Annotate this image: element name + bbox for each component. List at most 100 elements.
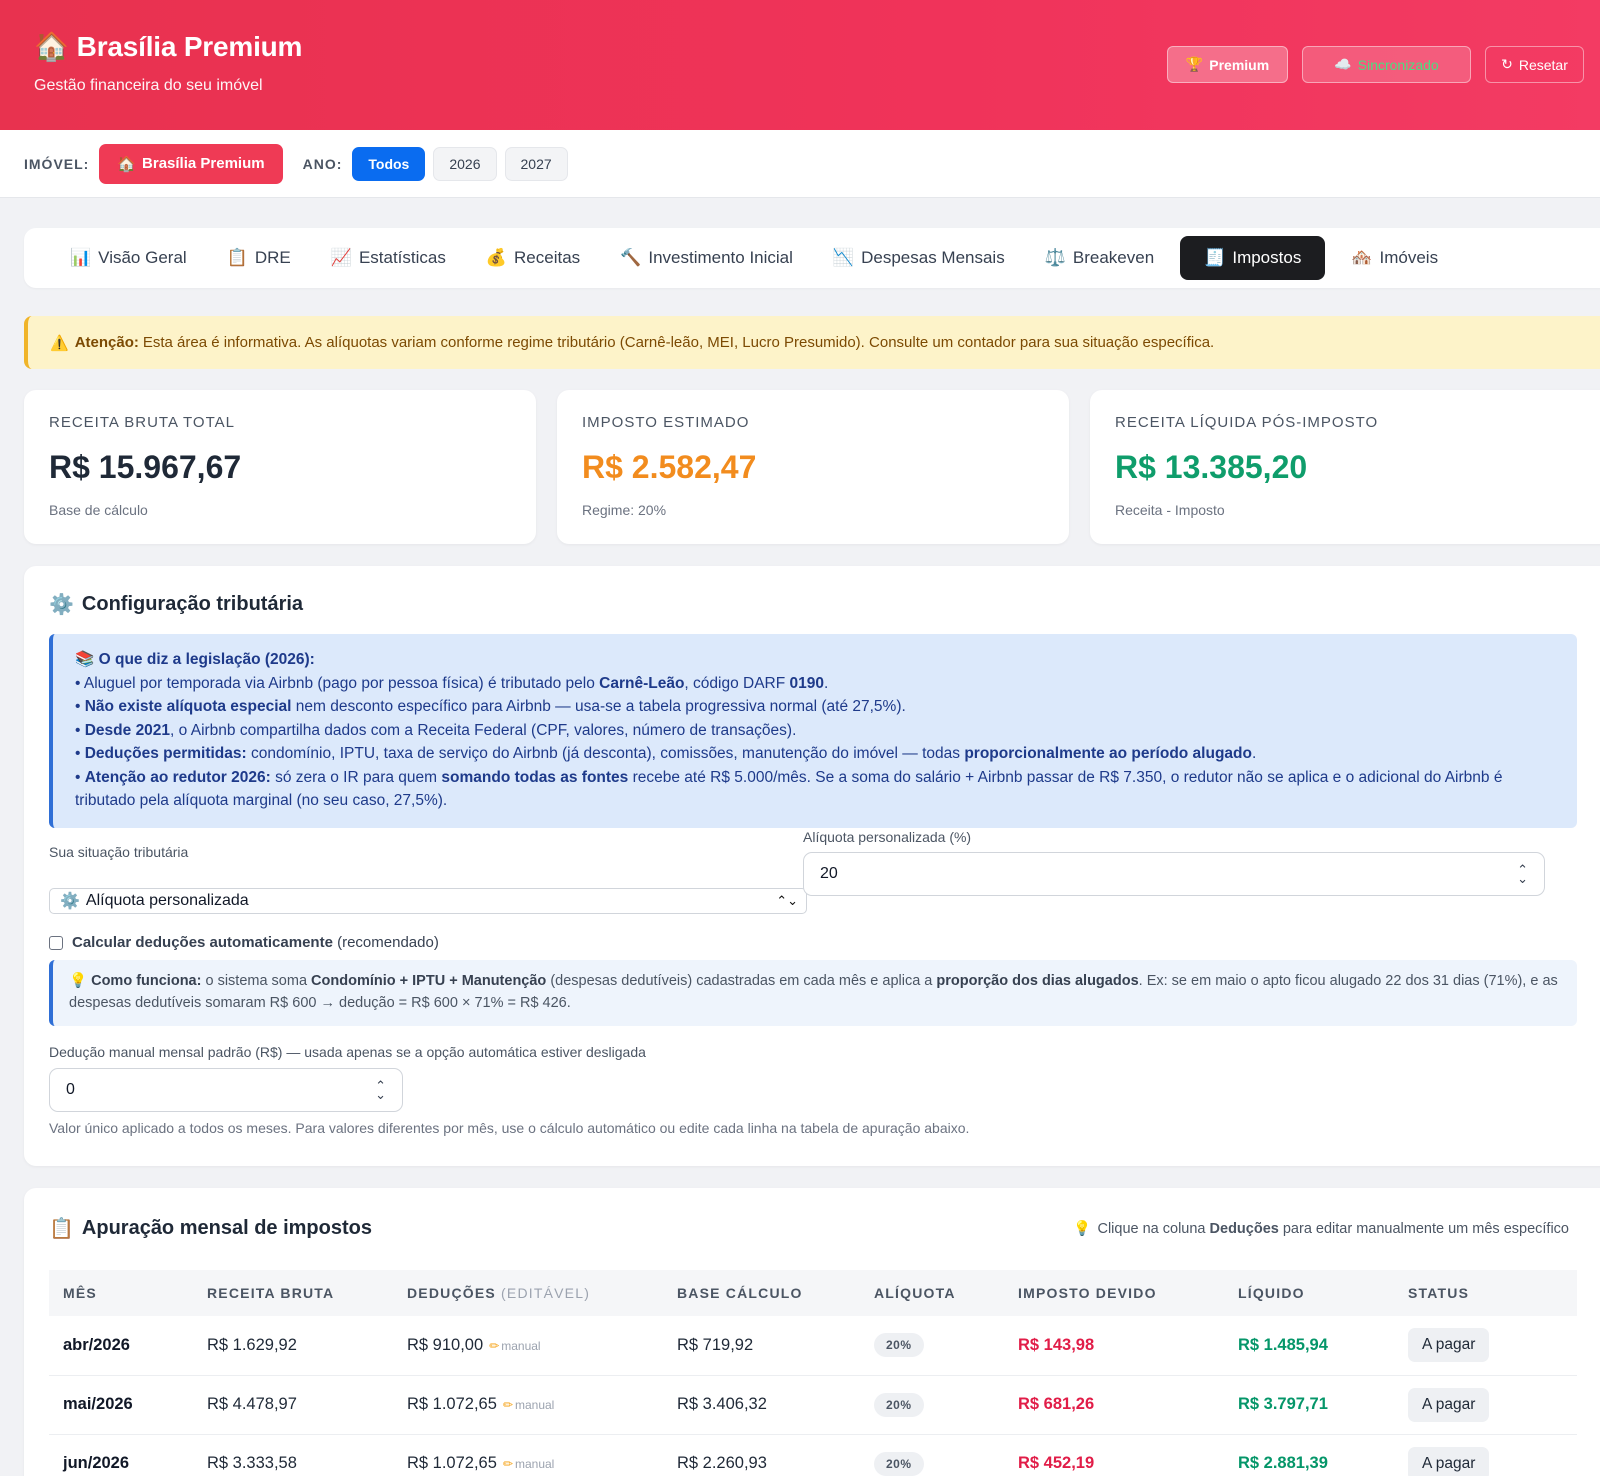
stat-label: RECEITA BRUTA TOTAL	[49, 414, 235, 431]
manual-deduction-input[interactable]: 0 ⌃ ⌄	[49, 1068, 403, 1112]
tab-label: Despesas Mensais	[861, 248, 1005, 267]
lightbulb-icon: 💡	[69, 973, 88, 989]
deduction-cell[interactable]: R$ 1.072,65 ✏ manual	[393, 1375, 663, 1434]
how-it-works-box: 💡 Como funciona: o sistema soma Condomín…	[49, 960, 1577, 1026]
section-title-text: Configuração tributária	[81, 593, 304, 615]
legislation-title-text: O que diz a legislação (2026):	[98, 651, 315, 668]
bar-chart-icon: 📊	[70, 248, 92, 267]
refresh-icon: ↻	[1501, 56, 1513, 72]
tab-dre[interactable]: 📋 DRE	[213, 236, 305, 280]
stat-card-tax: IMPOSTO ESTIMADO R$ 2.582,47 Regime: 20%	[557, 390, 1069, 544]
monthly-tax-table: MÊS RECEITA BRUTA DEDUÇÕES (EDITÁVEL) BA…	[49, 1270, 1577, 1476]
main-tabs: 📊 Visão Geral 📋 DRE 📈 Estatísticas 💰 Receita…	[24, 228, 1600, 288]
tab-estatisticas[interactable]: 📈 Estatísticas	[317, 236, 460, 280]
year-filter-label: ANO:	[302, 155, 343, 172]
premium-button[interactable]: 🏆 Premium	[1167, 46, 1288, 83]
trend-down-icon: 📉	[832, 248, 855, 267]
month-cell: mai/2026	[63, 1395, 133, 1413]
trophy-icon: 🏆	[1185, 56, 1204, 72]
stat-value: R$ 15.967,67	[49, 449, 242, 485]
gear-icon: ⚙️	[49, 594, 74, 616]
alert-text: Esta área é informativa. As alíquotas va…	[142, 334, 1215, 351]
status-button[interactable]: A pagar	[1408, 1328, 1490, 1363]
column-header[interactable]: ALÍQUOTA	[860, 1270, 1004, 1316]
stepper-icon[interactable]: ⌃ ⌄	[375, 1079, 386, 1101]
deduction-cell[interactable]: R$ 910,00 ✏ manual	[393, 1316, 663, 1375]
section-title: ⚙️ Configuração tributária	[49, 592, 303, 617]
tab-label: Visão Geral	[98, 248, 187, 267]
status-cell: A pagar	[1394, 1375, 1577, 1434]
net-cell: R$ 1.485,94	[1238, 1335, 1328, 1354]
tax-cell: R$ 452,19	[1018, 1454, 1095, 1472]
stat-card-gross: RECEITA BRUTA TOTAL R$ 15.967,67 Base de…	[24, 390, 536, 544]
stat-subtitle: Receita - Imposto	[1115, 502, 1225, 518]
rate-badge: 20%	[874, 1333, 924, 1358]
sync-label: Sincronizado	[1357, 56, 1439, 73]
tab-investimento-inicial[interactable]: 🔨 Investimento Inicial	[606, 236, 807, 280]
gross-cell: R$ 1.629,92	[207, 1335, 297, 1354]
money-bag-icon: 💰	[485, 248, 508, 267]
status-button[interactable]: A pagar	[1408, 1446, 1490, 1476]
stepper-icon[interactable]: ⌃ ⌄	[1517, 863, 1528, 885]
lightbulb-icon: 💡	[1073, 1221, 1092, 1237]
custom-rate-input[interactable]: 20 ⌃ ⌄	[803, 852, 1545, 896]
table-row: mai/2026 R$ 4.478,97 R$ 1.072,65 ✏ manual …	[49, 1375, 1577, 1434]
year-option-2027[interactable]: 2027	[504, 146, 568, 181]
tax-situation-value: Alíquota personalizada	[85, 892, 249, 909]
house-icon: 🏠	[34, 31, 69, 62]
year-option-2026[interactable]: 2026	[433, 146, 497, 181]
auto-deduction-option[interactable]: Calcular deduções automaticamente (recom…	[49, 934, 439, 951]
column-header[interactable]: RECEITA BRUTA	[193, 1270, 393, 1316]
column-header[interactable]: BASE CÁLCULO	[663, 1270, 860, 1316]
property-selector-button[interactable]: 🏠 Brasília Premium	[99, 143, 283, 184]
manual-deduction-label: Dedução manual mensal padrão (R$) — usad…	[49, 1044, 646, 1060]
app-header: 🏠 Brasília Premium Gestão financeira do …	[0, 0, 1600, 130]
stat-subtitle: Base de cálculo	[49, 502, 148, 518]
tab-despesas-mensais[interactable]: 📉 Despesas Mensais	[819, 236, 1019, 280]
auto-deduction-label: Calcular deduções automaticamente (recom…	[72, 934, 439, 951]
manual-tag: ✏ manual	[502, 1457, 555, 1471]
sync-status-button[interactable]: ☁️ Sincronizado	[1302, 46, 1471, 83]
trend-up-icon: 📈	[330, 248, 352, 267]
tab-visao-geral[interactable]: 📊 Visão Geral	[56, 236, 201, 280]
auto-deduction-checkbox[interactable]	[49, 935, 63, 950]
tax-cell: R$ 143,98	[1018, 1335, 1095, 1354]
status-button[interactable]: A pagar	[1408, 1387, 1490, 1422]
legislation-item: • Aluguel por temporada via Airbnb (pago…	[75, 674, 829, 692]
app-title: 🏠 Brasília Premium	[34, 30, 302, 63]
tab-breakeven[interactable]: ⚖️ Breakeven	[1031, 236, 1168, 280]
tab-imoveis[interactable]: 🏘️ Imóveis	[1337, 236, 1452, 280]
tab-impostos[interactable]: 🧾 Impostos	[1180, 236, 1326, 280]
deduction-cell[interactable]: R$ 1.072,65 ✏ manual	[393, 1434, 663, 1476]
column-header[interactable]: STATUS	[1394, 1270, 1577, 1316]
manual-deduction-value: 0	[66, 1081, 75, 1098]
monthly-tax-section: 📋 Apuração mensal de impostos 💡 Clique n…	[24, 1188, 1600, 1476]
legislation-box: 📚 O que diz a legislação (2026): • Alugu…	[49, 634, 1577, 828]
gross-cell: R$ 3.333,58	[207, 1454, 297, 1472]
stat-label: RECEITA LÍQUIDA PÓS-IMPOSTO	[1115, 414, 1379, 431]
tax-config-section: ⚙️ Configuração tributária 📚 O que diz a…	[24, 566, 1600, 1166]
stat-label: IMPOSTO ESTIMADO	[582, 414, 750, 431]
app-title-text: Brasília Premium	[76, 30, 303, 62]
tab-receitas[interactable]: 💰 Receitas	[472, 236, 594, 280]
month-cell: jun/2026	[63, 1454, 130, 1472]
gear-icon: ⚙️	[60, 893, 80, 910]
tax-situation-select[interactable]: ⚙️ Alíquota personalizada ⌃⌄	[49, 888, 807, 914]
section-title: 📋 Apuração mensal de impostos	[49, 1216, 372, 1241]
reset-button[interactable]: ↻ Resetar	[1485, 46, 1584, 83]
year-option-todos[interactable]: Todos	[352, 146, 426, 181]
filter-bar: IMÓVEL: 🏠 Brasília Premium ANO: Todos 20…	[0, 130, 1600, 198]
clipboard-icon: 📋	[226, 248, 248, 267]
column-header[interactable]: DEDUÇÕES (EDITÁVEL)	[393, 1270, 663, 1316]
column-header[interactable]: IMPOSTO DEVIDO	[1004, 1270, 1224, 1316]
manual-deduction-help: Valor único aplicado a todos os meses. P…	[49, 1120, 970, 1136]
legislation-item: • Atenção ao redutor 2026: só zera o IR …	[75, 768, 1503, 810]
column-header[interactable]: MÊS	[49, 1270, 193, 1316]
month-cell: abr/2026	[63, 1335, 130, 1354]
column-header[interactable]: LÍQUIDO	[1224, 1270, 1394, 1316]
gross-cell: R$ 4.478,97	[207, 1395, 297, 1413]
table-row: jun/2026 R$ 3.333,58 R$ 1.072,65 ✏ manual …	[49, 1434, 1577, 1476]
cloud-icon: ☁️	[1334, 56, 1352, 72]
section-title-text: Apuração mensal de impostos	[81, 1217, 372, 1239]
stat-subtitle: Regime: 20%	[582, 502, 667, 518]
